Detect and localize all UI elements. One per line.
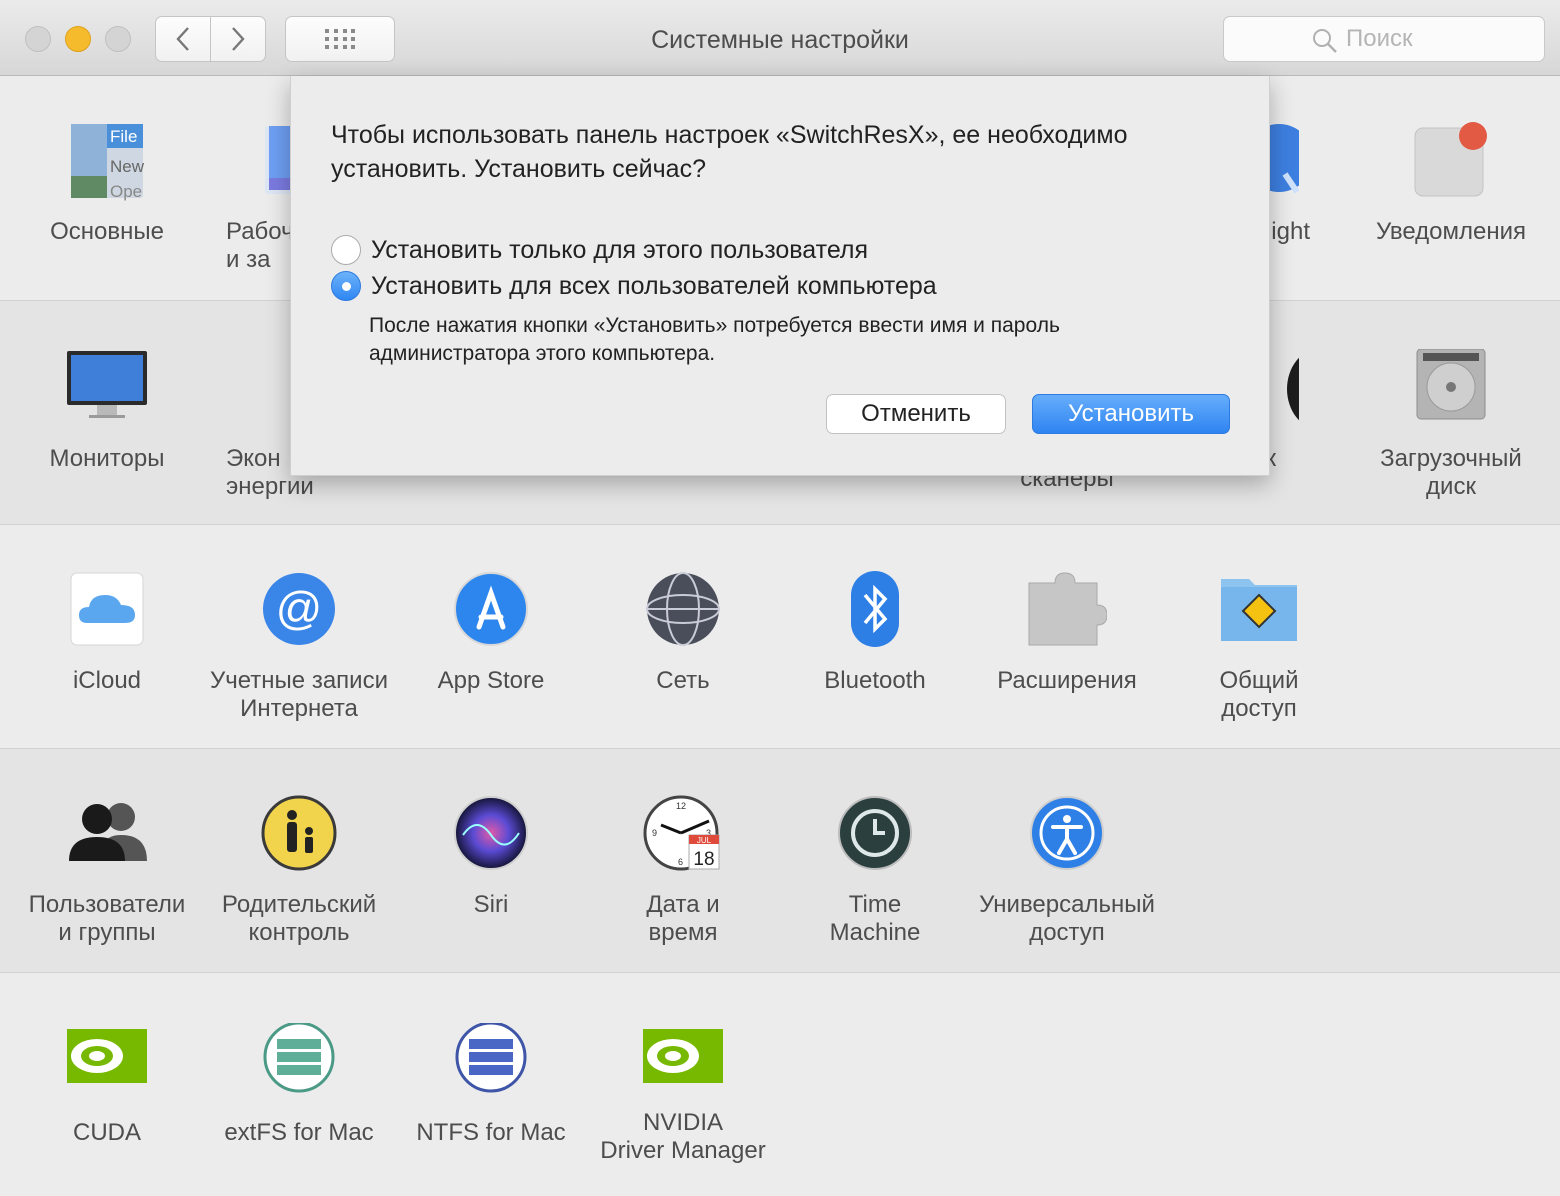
startup-disk-icon [1416,349,1486,420]
install-sheet-dialog: Чтобы использовать панель настроек «Swit… [290,76,1270,476]
svg-text:New: New [110,157,145,176]
accessibility-icon [1030,796,1104,870]
pane-label: Основные [50,218,164,245]
pane-label: extFS for Mac [224,1119,374,1146]
svg-text:Ope: Ope [110,182,142,201]
parental-controls-icon [261,795,337,871]
cancel-button[interactable]: Отменить [826,394,1006,434]
radio-option-all-users[interactable]: Установить для всех пользователей компью… [331,270,937,302]
pane-row-internet: iCloud @ Учетные записи Интернета App St… [0,524,1560,749]
pane-label: Учетные записи Интернета [210,667,388,722]
svg-text:6: 6 [678,857,683,867]
window-toolbar: Системные настройки [0,0,1560,76]
install-button[interactable]: Установить [1032,394,1230,434]
general-icon: File New Ope [71,124,145,201]
pane-label: Сеть [656,667,710,694]
pane-label: Time Machine [829,891,921,946]
pane-label: Siri [473,891,509,918]
svg-text:File: File [110,127,137,146]
svg-text:@: @ [276,582,323,634]
search-icon [1313,29,1337,53]
svg-text:12: 12 [676,801,686,811]
pane-label: CUDA [72,1119,141,1146]
ntfs-icon [455,1023,527,1093]
svg-text:9: 9 [652,828,657,838]
pane-label: Универсальный доступ [979,891,1155,946]
icloud-icon [70,572,144,646]
pane-row-other: CUDA extFS for Mac NTFS for Mac NVIDIA D… [0,972,1560,1196]
pane-label: Мониторы [49,445,165,472]
radio-label-all-users: Установить для всех пользователей компью… [371,271,937,300]
nvidia-icon [643,1029,723,1083]
extfs-icon [263,1023,335,1093]
pane-label: Расширения [997,667,1137,694]
svg-text:JUL: JUL [697,836,712,845]
svg-text:18: 18 [693,849,714,870]
radio-current-user[interactable] [331,235,361,265]
displays-icon [67,351,147,418]
pane-row-system: Пользователи и группы Родительский контр… [0,748,1560,973]
pane-label: Родительский контроль [221,891,377,946]
date-time-icon: 12 9 3 6 JUL 18 [643,795,720,871]
radio-label-current-user: Установить только для этого пользователя [371,235,869,264]
search-field[interactable] [1223,16,1545,62]
internet-accounts-icon: @ [263,573,335,645]
pane-label: Уведомления [1375,218,1527,245]
dialog-message: Чтобы использовать панель настроек «Swit… [331,121,1128,183]
cuda-icon [67,1029,147,1083]
radio-all-users[interactable] [331,271,361,301]
siri-icon [454,796,528,870]
dialog-hint: После нажатия кнопки «Установить» потреб… [369,314,1060,365]
users-icon [69,803,147,861]
time-machine-icon [838,796,912,870]
pane-label: App Store [437,667,545,694]
radio-option-current-user[interactable]: Установить только для этого пользователя [331,234,868,266]
pane-label: Bluetooth [824,667,926,694]
notifications-icon [1414,122,1487,197]
sharing-icon [1221,579,1297,641]
extensions-icon [1028,572,1107,646]
app-store-icon [454,572,528,646]
bluetooth-icon [851,571,899,647]
pane-label: iCloud [72,667,142,694]
search-input[interactable] [1346,25,1526,53]
pane-label: Пользователи и группы [28,891,186,946]
pane-label: Общий доступ [1219,667,1299,722]
pane-label: Дата и время [646,891,720,946]
pane-label: NVIDIA Driver Manager [600,1109,766,1164]
network-icon [646,572,720,646]
pane-label: Загрузочный диск [1380,445,1522,500]
pane-label: NTFS for Mac [416,1119,566,1146]
